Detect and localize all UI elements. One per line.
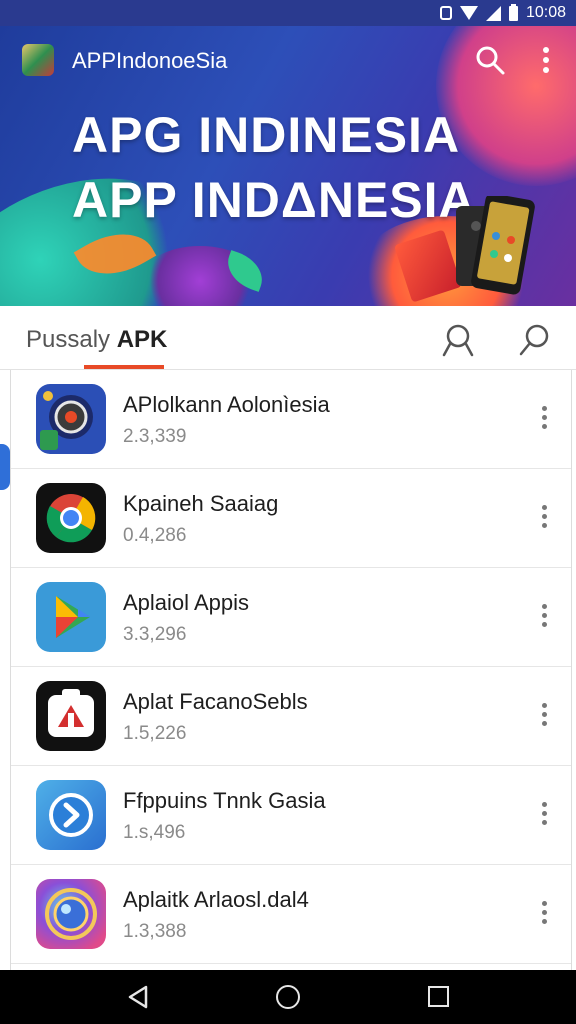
search-icon[interactable]: [440, 322, 476, 358]
play-store-icon: [36, 582, 106, 652]
list-item[interactable]: Aplat FacanoSebls 1.5,226: [11, 667, 571, 766]
battery-icon: [508, 3, 518, 21]
app-version: 3.3,296: [123, 624, 187, 645]
search-icon[interactable]: [516, 322, 552, 358]
more-vertical-icon[interactable]: [537, 901, 551, 927]
app-title: Kpaineh Saaiag: [123, 491, 279, 516]
app-version: 1.s,496: [123, 822, 186, 843]
lens-ring-icon: [36, 879, 106, 949]
app-version: 0.4,286: [123, 525, 187, 546]
app-title: Ffppuins Tnnk Gasia: [123, 788, 326, 813]
more-vertical-icon[interactable]: [537, 406, 551, 432]
tab-active-indicator: [84, 365, 164, 369]
home-icon[interactable]: [276, 985, 300, 1009]
app-logo: [22, 44, 54, 76]
recent-apps-icon[interactable]: [428, 986, 449, 1007]
app-title: APPIndonoeSia: [72, 48, 228, 73]
app-bar: APPIndonoeSia: [0, 40, 576, 84]
search-icon[interactable]: [474, 44, 506, 76]
app-title: APlolkann Aolonìesia: [123, 392, 330, 417]
list-item[interactable]: Aplaiol Appis 3.3,296: [11, 568, 571, 667]
navigation-bar: [0, 970, 576, 1024]
app-list: APlolkann Aolonìesia 2.3,339 Kpaineh Saa…: [10, 370, 572, 970]
more-vertical-icon[interactable]: [537, 703, 551, 729]
wifi-icon: [459, 6, 478, 20]
vibrate-icon: [439, 6, 452, 20]
side-drawer-handle[interactable]: [0, 444, 10, 490]
more-vertical-icon[interactable]: [537, 802, 551, 828]
more-vertical-icon[interactable]: [537, 604, 551, 630]
status-time: 10:08: [525, 4, 566, 21]
hero-title-line2: APP INDΔNESIA: [72, 172, 476, 228]
list-item[interactable]: Ffppuins Tnnk Gasia 1.s,496: [11, 766, 571, 865]
app-title: Aplat FacanoSebls: [123, 689, 308, 714]
more-vertical-icon[interactable]: [534, 44, 558, 76]
play-circle-icon: [36, 780, 106, 850]
list-item[interactable]: Kpaineh Saaiag 0.4,286: [11, 469, 571, 568]
camera-badge-icon: [36, 681, 106, 751]
app-title: Aplaiol Appis: [123, 590, 249, 615]
header-banner: APPIndonoeSia APG INDINESIA APP INDΔNESI…: [0, 26, 576, 306]
camera-lens-icon: [36, 384, 106, 454]
chrome-icon: [36, 483, 106, 553]
tab-label-bold: APK: [116, 326, 168, 353]
tab-label-prefix: Pussaly: [26, 326, 111, 353]
app-title: Aplaitk Arlaosl.dal4: [123, 887, 309, 912]
tab-pussaly-apk[interactable]: Pussaly APK: [26, 326, 167, 354]
app-version: 2.3,339: [123, 426, 187, 447]
smartphone-illustration: [456, 196, 535, 295]
back-icon[interactable]: [126, 985, 150, 1009]
app-version: 1.5,226: [123, 723, 187, 744]
list-item[interactable]: Aplaitk Arlaosl.dal4 1.3,388: [11, 865, 571, 964]
tab-bar: Pussaly APK: [0, 306, 576, 370]
signal-icon: [485, 5, 501, 21]
app-version: 1.3,388: [123, 921, 187, 942]
list-item[interactable]: APlolkann Aolonìesia 2.3,339: [11, 370, 571, 469]
status-bar: 10:08: [0, 0, 576, 26]
hero-title-line1: APG INDINESIA: [72, 107, 461, 163]
more-vertical-icon[interactable]: [537, 505, 551, 531]
